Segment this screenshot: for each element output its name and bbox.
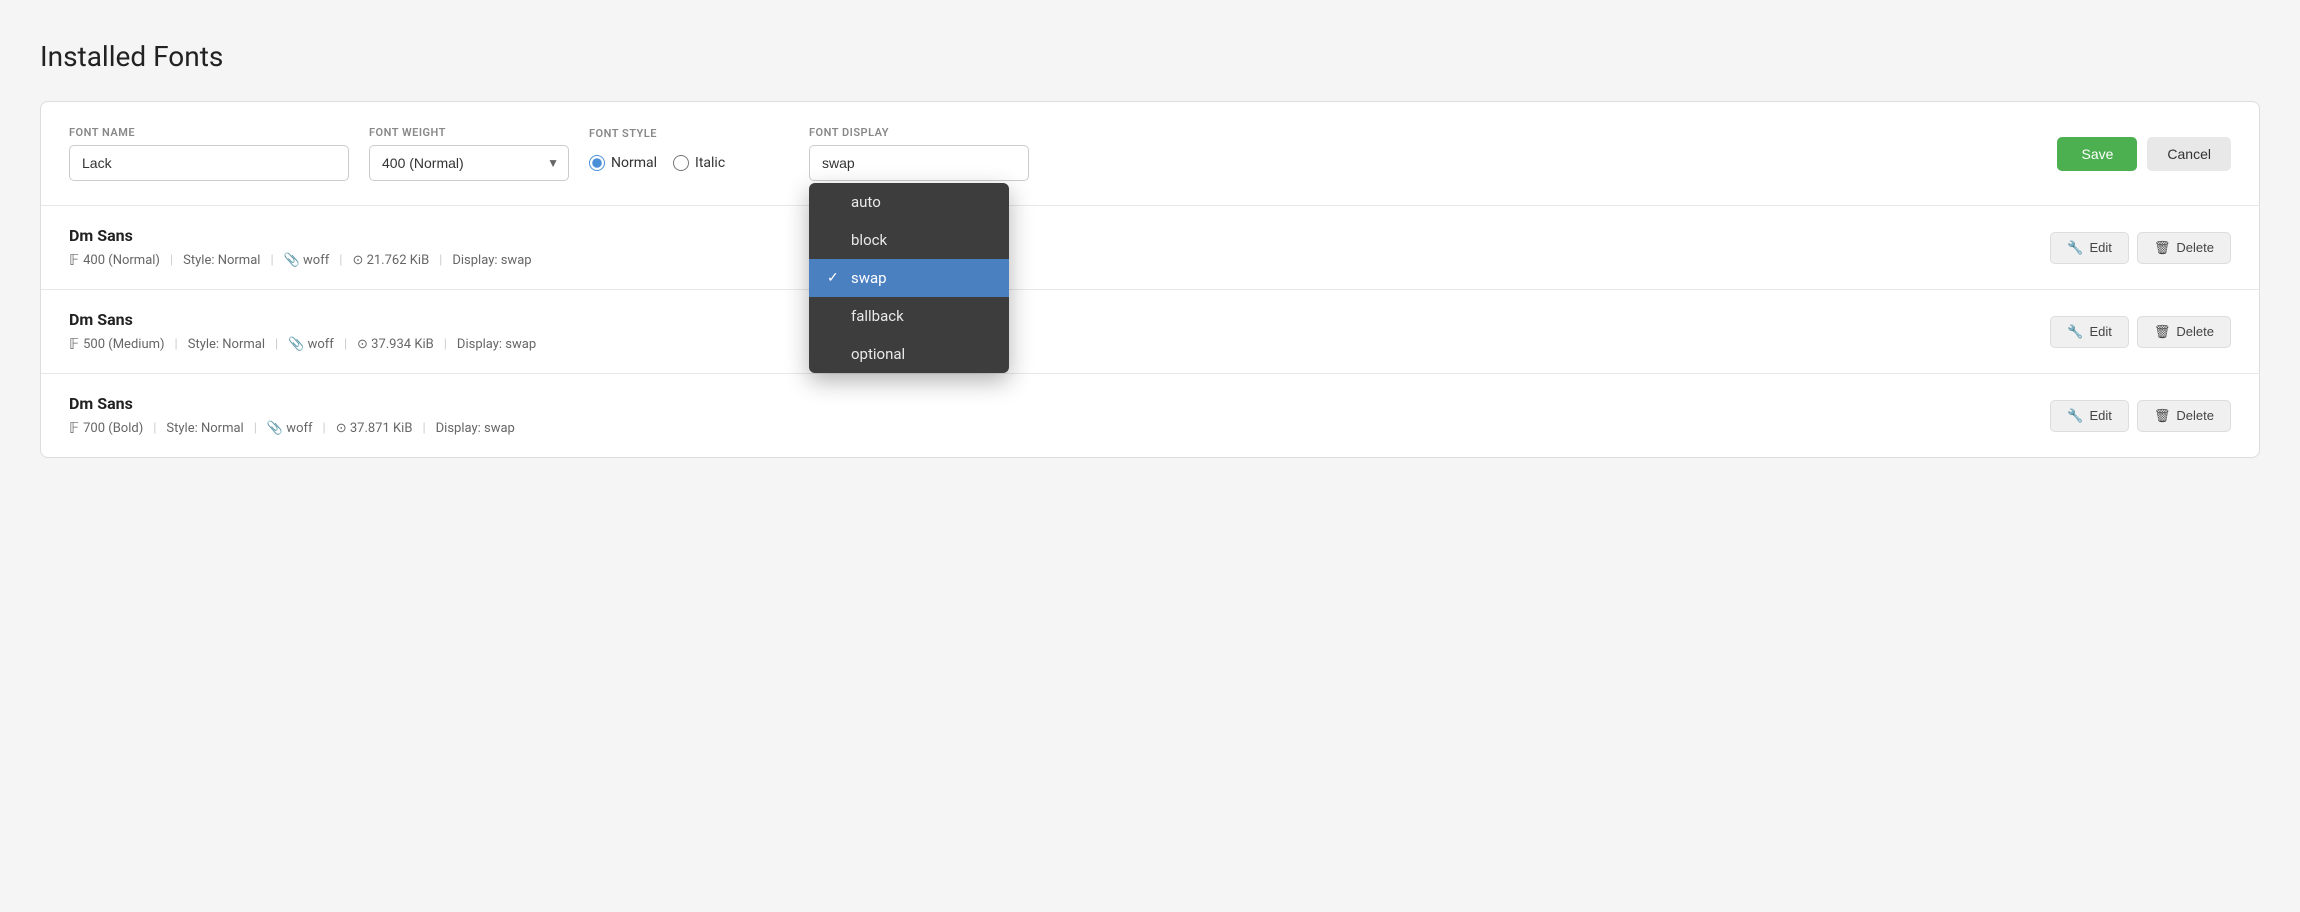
font-size-meta: ⊙ 37.934 KiB <box>357 337 434 352</box>
font-meta: 𝔽 700 (Bold) | Style: Normal | 📎 woff | … <box>69 419 515 437</box>
delete-button-1[interactable]: 🗑 Delete <box>2137 232 2231 264</box>
font-name-group: FONT NAME <box>69 126 349 181</box>
font-meta: 𝔽 400 (Normal) | Style: Normal | 📎 woff … <box>69 251 532 269</box>
separator-1: | <box>170 253 173 268</box>
font-display-dropdown: auto block ✓ swap fallback <box>809 183 1009 373</box>
wrench-icon: 🔧 <box>2067 240 2083 256</box>
checkmark-swap: ✓ <box>827 270 843 286</box>
font-size-meta: ⊙ 37.871 KiB <box>336 421 413 436</box>
trash-icon: 🗑 <box>2154 240 2171 256</box>
dropdown-item-auto[interactable]: auto <box>809 183 1009 221</box>
font-format-meta: 📎 woff <box>288 337 334 352</box>
page-title: Installed Fonts <box>40 40 2260 73</box>
font-style-italic-text: Italic <box>695 155 725 171</box>
row-actions: 🔧 Edit 🗑 Delete <box>2050 400 2231 432</box>
main-card: FONT NAME FONT WEIGHT 400 (Normal) 500 (… <box>40 101 2260 458</box>
font-display-label: FONT DISPLAY <box>809 126 1029 139</box>
font-weight-select[interactable]: 400 (Normal) 500 (Medium) 700 (Bold) <box>369 145 569 181</box>
save-button[interactable]: Save <box>2057 137 2137 171</box>
delete-button-3[interactable]: 🗑 Delete <box>2137 400 2231 432</box>
font-list-row: Dm Sans 𝔽 500 (Medium) | Style: Normal |… <box>41 290 2259 374</box>
dropdown-item-block-label: block <box>851 231 887 249</box>
font-style-normal-text: Normal <box>611 155 657 171</box>
font-info: Dm Sans 𝔽 700 (Bold) | Style: Normal | 📎… <box>69 394 515 437</box>
separator-4: | <box>444 337 447 352</box>
font-style-normal-label[interactable]: Normal <box>589 155 657 171</box>
separator-2: | <box>254 421 257 436</box>
font-display-input[interactable] <box>809 145 1029 181</box>
font-weight-meta: 𝔽 700 (Bold) <box>69 419 143 437</box>
font-format-meta: 📎 woff <box>267 421 313 436</box>
font-name: Dm Sans <box>69 226 532 245</box>
font-style-group: FONT STYLE Normal Italic <box>589 127 789 180</box>
font-weight-meta: 𝔽 400 (Normal) <box>69 251 160 269</box>
font-display-meta: Display: swap <box>452 253 531 268</box>
font-display-meta: Display: swap <box>436 421 515 436</box>
dropdown-item-fallback[interactable]: fallback <box>809 297 1009 335</box>
delete-button-2[interactable]: 🗑 Delete <box>2137 316 2231 348</box>
dropdown-item-block[interactable]: block <box>809 221 1009 259</box>
form-row: FONT NAME FONT WEIGHT 400 (Normal) 500 (… <box>41 102 2259 206</box>
separator-1: | <box>175 337 178 352</box>
trash-icon: 🗑 <box>2154 324 2171 340</box>
font-weight-meta: 𝔽 500 (Medium) <box>69 335 165 353</box>
separator-4: | <box>422 421 425 436</box>
font-weight-group: FONT WEIGHT 400 (Normal) 500 (Medium) 70… <box>369 126 569 181</box>
font-display-wrapper: auto block ✓ swap fallback <box>809 145 1029 181</box>
font-info: Dm Sans 𝔽 400 (Normal) | Style: Normal |… <box>69 226 532 269</box>
font-name: Dm Sans <box>69 310 536 329</box>
font-list-row: Dm Sans 𝔽 400 (Normal) | Style: Normal |… <box>41 206 2259 290</box>
form-actions: Save Cancel <box>2057 137 2231 171</box>
font-weight-label: FONT WEIGHT <box>369 126 569 139</box>
wrench-icon: 🔧 <box>2067 408 2083 424</box>
font-meta: 𝔽 500 (Medium) | Style: Normal | 📎 woff … <box>69 335 536 353</box>
separator-3: | <box>339 253 342 268</box>
font-info: Dm Sans 𝔽 500 (Medium) | Style: Normal |… <box>69 310 536 353</box>
font-display-meta: Display: swap <box>457 337 536 352</box>
dropdown-item-optional-label: optional <box>851 345 905 363</box>
edit-button-3[interactable]: 🔧 Edit <box>2050 400 2129 432</box>
font-style-italic-label[interactable]: Italic <box>673 155 725 171</box>
separator-2: | <box>275 337 278 352</box>
separator-2: | <box>270 253 273 268</box>
dropdown-item-swap[interactable]: ✓ swap <box>809 259 1009 297</box>
trash-icon: 🗑 <box>2154 408 2171 424</box>
font-size-meta: ⊙ 21.762 KiB <box>352 253 429 268</box>
separator-1: | <box>153 421 156 436</box>
edit-button-1[interactable]: 🔧 Edit <box>2050 232 2129 264</box>
font-name-input[interactable] <box>69 145 349 181</box>
dropdown-item-auto-label: auto <box>851 193 881 211</box>
font-style-radio-group: Normal Italic <box>589 146 789 180</box>
font-style-meta: Style: Normal <box>188 337 265 352</box>
dropdown-item-swap-label: swap <box>851 269 887 287</box>
cancel-button[interactable]: Cancel <box>2147 137 2231 171</box>
row-actions: 🔧 Edit 🗑 Delete <box>2050 232 2231 264</box>
font-style-meta: Style: Normal <box>166 421 243 436</box>
font-style-label: FONT STYLE <box>589 127 789 140</box>
font-style-meta: Style: Normal <box>183 253 260 268</box>
font-name-label: FONT NAME <box>69 126 349 139</box>
separator-4: | <box>439 253 442 268</box>
font-display-group: FONT DISPLAY auto block ✓ swap <box>809 126 1029 181</box>
font-weight-select-wrapper: 400 (Normal) 500 (Medium) 700 (Bold) ▼ <box>369 145 569 181</box>
font-name: Dm Sans <box>69 394 515 413</box>
edit-button-2[interactable]: 🔧 Edit <box>2050 316 2129 348</box>
dropdown-item-optional[interactable]: optional <box>809 335 1009 373</box>
separator-3: | <box>323 421 326 436</box>
font-style-normal-radio[interactable] <box>589 155 605 171</box>
dropdown-item-fallback-label: fallback <box>851 307 904 325</box>
font-style-italic-radio[interactable] <box>673 155 689 171</box>
row-actions: 🔧 Edit 🗑 Delete <box>2050 316 2231 348</box>
wrench-icon: 🔧 <box>2067 324 2083 340</box>
font-list-row: Dm Sans 𝔽 700 (Bold) | Style: Normal | 📎… <box>41 374 2259 457</box>
separator-3: | <box>344 337 347 352</box>
font-format-meta: 📎 woff <box>284 253 330 268</box>
